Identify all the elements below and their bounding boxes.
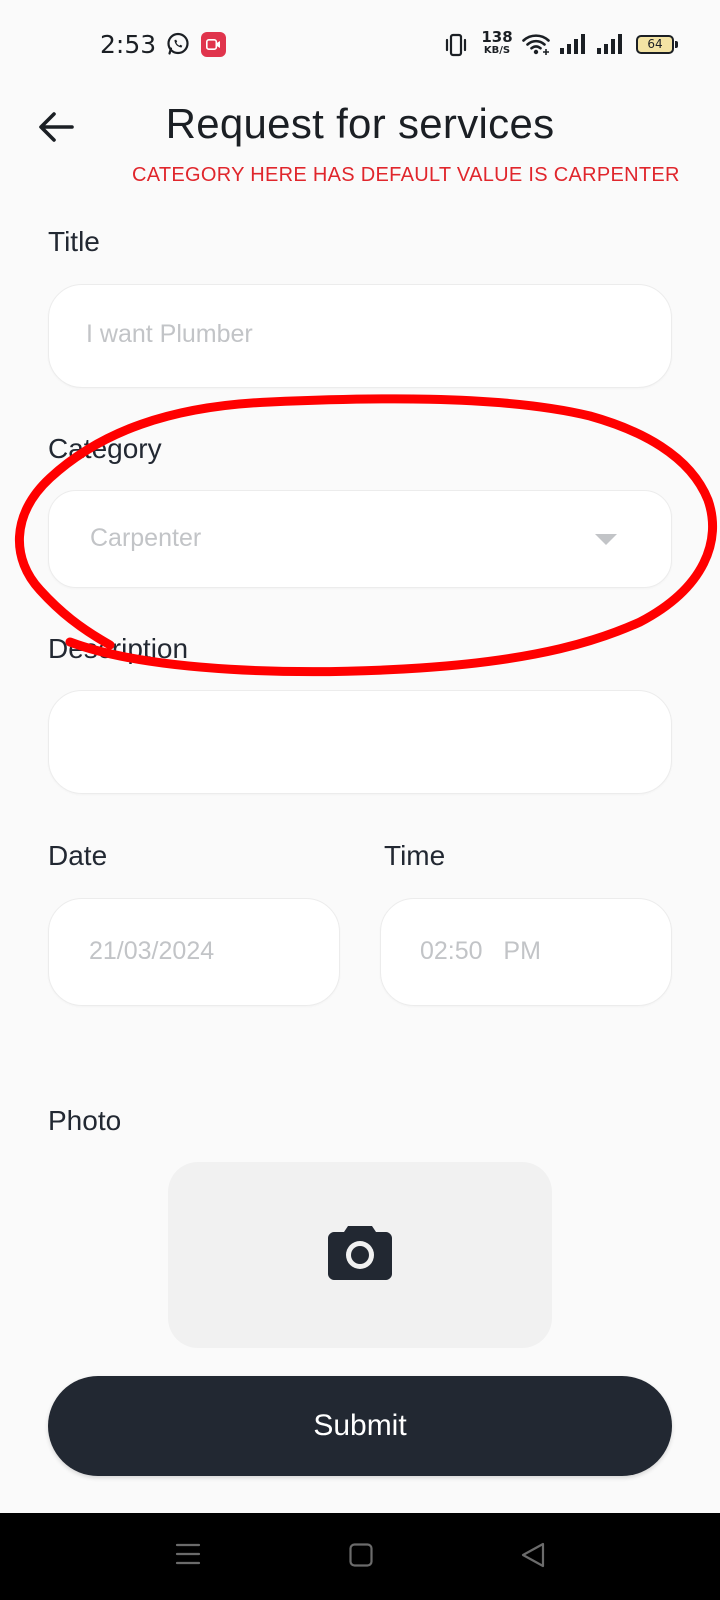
submit-button[interactable]: Submit (48, 1376, 672, 1476)
menu-icon[interactable] (175, 1541, 201, 1571)
screen-record-icon (201, 32, 226, 57)
description-input[interactable] (48, 690, 672, 794)
annotation-circle (15, 394, 718, 677)
description-label: Description (48, 633, 189, 664)
date-value: 21/03/2024 (89, 937, 215, 965)
chevron-down-icon (595, 534, 617, 545)
category-value: Carpenter (90, 524, 202, 552)
wifi-icon (522, 33, 550, 59)
camera-icon (328, 1226, 392, 1280)
date-label: Date (48, 840, 108, 871)
category-label: Category (48, 433, 162, 464)
page-title: Request for services (165, 100, 555, 147)
time-label: Time (384, 840, 446, 871)
network-speed-unit: KB/S (483, 45, 511, 56)
network-speed: 138 KB/S (480, 30, 514, 56)
vibrate-icon (444, 33, 468, 61)
title-input[interactable]: I want Plumber (48, 284, 672, 388)
photo-upload[interactable] (168, 1162, 552, 1348)
time-input[interactable]: 02:50 PM (380, 898, 672, 1006)
signal-icon (559, 34, 587, 58)
home-icon[interactable] (349, 1543, 373, 1571)
whatsapp-icon (166, 32, 190, 56)
status-time: 2:53 (100, 30, 157, 59)
annotation-note: CATEGORY HERE HAS DEFAULT VALUE IS CARPE… (132, 164, 680, 186)
navigation-bar (0, 1513, 720, 1600)
network-speed-value: 138 (481, 28, 513, 46)
battery-icon: 64 (636, 35, 678, 54)
date-input[interactable]: 21/03/2024 (48, 898, 340, 1006)
photo-label: Photo (48, 1105, 122, 1136)
title-label: Title (48, 226, 100, 257)
category-dropdown[interactable]: Carpenter (48, 490, 672, 588)
title-placeholder: I want Plumber (86, 320, 253, 348)
back-triangle-icon[interactable] (520, 1542, 546, 1572)
status-bar: 2:53 138 KB/S 64 (0, 0, 720, 90)
time-value: 02:50 PM (420, 937, 541, 965)
signal-icon (596, 34, 624, 58)
